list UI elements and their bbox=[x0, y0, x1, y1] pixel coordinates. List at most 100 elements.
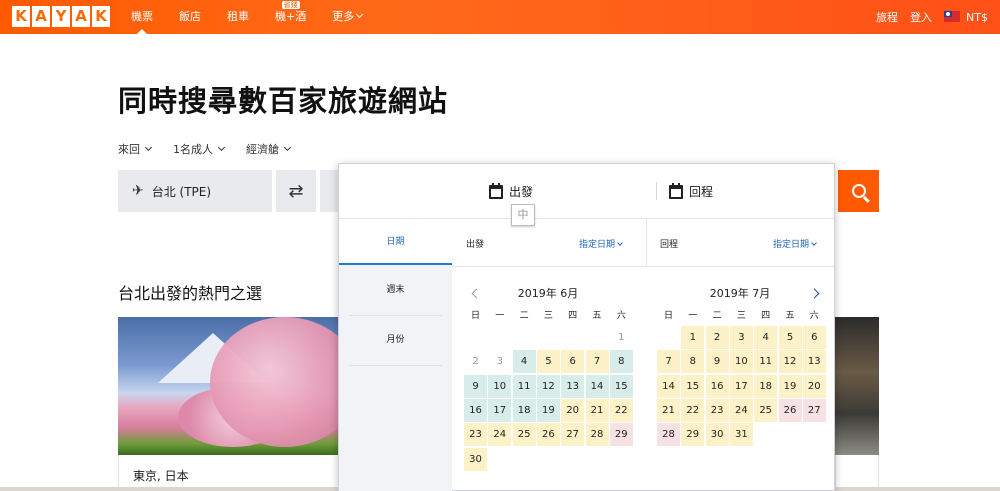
calendar-day[interactable]: 13 bbox=[561, 374, 585, 398]
calendar-day[interactable]: 25 bbox=[754, 398, 778, 422]
calendar-day[interactable]: 30 bbox=[464, 447, 487, 471]
calendar-day[interactable]: 15 bbox=[609, 374, 633, 398]
calendar-day[interactable]: 11 bbox=[754, 350, 778, 374]
calendar-day[interactable]: 18 bbox=[754, 374, 778, 398]
calendar-day[interactable]: 22 bbox=[681, 398, 705, 422]
tab-months[interactable]: 月份 bbox=[339, 317, 452, 363]
calendar-day[interactable]: 9 bbox=[464, 374, 487, 398]
calendar-day[interactable]: 26 bbox=[778, 398, 802, 422]
main-nav: 機票 飯店 租車 省錢 機+酒 更多 bbox=[118, 0, 375, 34]
calendar-day[interactable]: 5 bbox=[778, 326, 802, 349]
calendar-day[interactable]: 4 bbox=[512, 350, 536, 374]
calendar-day[interactable]: 1 bbox=[681, 326, 705, 349]
calendar-day[interactable]: 27 bbox=[561, 423, 585, 447]
origin-field[interactable]: ✈ 台北 (TPE) bbox=[118, 170, 272, 212]
calendar-day[interactable]: 21 bbox=[657, 398, 680, 422]
weekday-label: 五 bbox=[592, 311, 602, 321]
calendar-day: 1 bbox=[618, 332, 625, 343]
calendar-day[interactable]: 24 bbox=[729, 398, 753, 422]
weekday-label: 一 bbox=[688, 311, 698, 321]
login-link[interactable]: 登入 bbox=[910, 9, 932, 25]
trips-link[interactable]: 旅程 bbox=[876, 9, 898, 25]
weekday-label: 日 bbox=[470, 311, 480, 321]
return-column-label: 回程 bbox=[660, 240, 679, 250]
calendar-day[interactable]: 20 bbox=[561, 398, 585, 422]
calendar-day[interactable]: 29 bbox=[609, 423, 633, 447]
calendar-day[interactable]: 19 bbox=[778, 374, 802, 398]
calendar-day[interactable]: 17 bbox=[729, 374, 753, 398]
nav-flights[interactable]: 機票 bbox=[118, 0, 166, 34]
calendar-day[interactable]: 11 bbox=[512, 374, 536, 398]
calendar-day[interactable]: 8 bbox=[609, 350, 633, 374]
calendar-day[interactable]: 27 bbox=[802, 398, 826, 422]
divider bbox=[656, 182, 657, 200]
calendar-day[interactable]: 23 bbox=[705, 398, 729, 422]
weekday-label: 五 bbox=[785, 311, 795, 321]
depart-exact-date-dropdown[interactable]: 指定日期 bbox=[579, 237, 623, 250]
calendar-day[interactable]: 28 bbox=[585, 423, 609, 447]
calendar-day[interactable]: 8 bbox=[681, 350, 705, 374]
ime-indicator: 中 bbox=[511, 204, 535, 226]
depart-date-field[interactable]: 出發 bbox=[489, 182, 533, 200]
trip-type-dropdown[interactable]: 來回 bbox=[118, 141, 153, 157]
destination-card[interactable]: 東京, 日本 bbox=[118, 317, 340, 491]
calendar-day[interactable]: 19 bbox=[536, 398, 560, 422]
destination-field[interactable] bbox=[320, 170, 340, 212]
calendar-day[interactable]: 20 bbox=[802, 374, 826, 398]
kayak-logo[interactable]: K A Y A K bbox=[12, 6, 110, 27]
calendar-day[interactable]: 14 bbox=[657, 374, 680, 398]
calendar-day[interactable]: 7 bbox=[657, 350, 680, 374]
calendar-day: 3 bbox=[496, 356, 503, 368]
tab-dates[interactable]: 日期 bbox=[339, 219, 452, 265]
nav-cars[interactable]: 租車 bbox=[214, 0, 262, 34]
cabin-dropdown[interactable]: 經濟艙 bbox=[246, 141, 292, 157]
airplane-icon: ✈ bbox=[132, 183, 144, 199]
destination-image bbox=[118, 317, 340, 455]
calendar-day[interactable]: 5 bbox=[536, 350, 560, 374]
calendar-day[interactable]: 3 bbox=[729, 326, 753, 349]
search-button[interactable] bbox=[838, 170, 879, 212]
swap-icon: ⇄ bbox=[288, 180, 304, 202]
tab-weekends[interactable]: 週末 bbox=[339, 267, 452, 313]
nav-more[interactable]: 更多 bbox=[319, 0, 375, 34]
calendar-day[interactable]: 6 bbox=[561, 350, 585, 374]
calendar-day[interactable]: 16 bbox=[464, 398, 487, 422]
calendar-day[interactable]: 14 bbox=[585, 374, 609, 398]
calendar-day[interactable]: 7 bbox=[585, 350, 609, 374]
currency-selector[interactable]: NT$ bbox=[944, 10, 988, 24]
calendar-day[interactable]: 12 bbox=[536, 374, 560, 398]
calendar-day[interactable]: 22 bbox=[609, 398, 633, 422]
calendar-day[interactable]: 2 bbox=[705, 326, 729, 349]
calendar-day[interactable]: 10 bbox=[729, 350, 753, 374]
calendar-day[interactable]: 28 bbox=[657, 423, 680, 447]
calendar-day[interactable]: 6 bbox=[802, 326, 826, 349]
nav-hotels[interactable]: 飯店 bbox=[166, 0, 214, 34]
return-exact-date-dropdown[interactable]: 指定日期 bbox=[773, 237, 817, 250]
calendar-day[interactable]: 30 bbox=[705, 423, 729, 447]
calendar-day[interactable]: 17 bbox=[488, 398, 512, 422]
calendar-day[interactable]: 18 bbox=[512, 398, 536, 422]
calendar-day[interactable]: 26 bbox=[536, 423, 560, 447]
top-nav-bar: K A Y A K 機票 飯店 租車 省錢 機+酒 更多 旅程 登入 NT$ bbox=[0, 0, 1000, 34]
weekday-label: 二 bbox=[519, 311, 529, 321]
calendar-day[interactable]: 23 bbox=[464, 423, 487, 447]
weekday-label: 三 bbox=[736, 311, 746, 321]
calendar-day[interactable]: 12 bbox=[778, 350, 802, 374]
calendar-day[interactable]: 29 bbox=[681, 423, 705, 447]
calendar-day[interactable]: 10 bbox=[488, 374, 512, 398]
return-date-field[interactable]: 回程 bbox=[669, 182, 713, 200]
calendar-day[interactable]: 21 bbox=[585, 398, 609, 422]
calendar-day[interactable]: 15 bbox=[681, 374, 705, 398]
calendar-day[interactable]: 31 bbox=[729, 423, 753, 447]
calendar-day[interactable]: 4 bbox=[754, 326, 778, 349]
trip-type-label: 來回 bbox=[118, 143, 140, 156]
passengers-dropdown[interactable]: 1名成人 bbox=[173, 141, 226, 157]
calendar-day[interactable]: 25 bbox=[512, 423, 536, 447]
nav-packages[interactable]: 省錢 機+酒 bbox=[262, 0, 319, 34]
calendar-day[interactable]: 16 bbox=[705, 374, 729, 398]
swap-button[interactable]: ⇄ bbox=[276, 170, 316, 212]
calendar-day[interactable]: 24 bbox=[488, 423, 512, 447]
calendar-day[interactable]: 13 bbox=[802, 350, 826, 374]
calendar-day[interactable]: 9 bbox=[705, 350, 729, 374]
destination-image-partial[interactable] bbox=[835, 317, 879, 455]
